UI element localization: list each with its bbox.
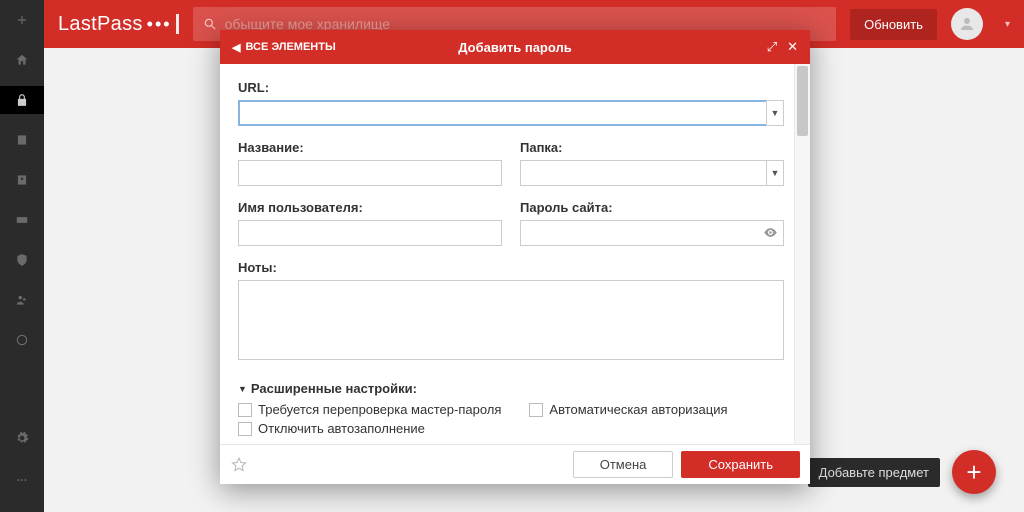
cancel-button[interactable]: Отмена	[573, 451, 674, 478]
favorite-star-icon[interactable]	[230, 456, 248, 474]
url-label: URL:	[238, 80, 784, 95]
autologin-checkbox[interactable]	[529, 403, 543, 417]
notes-input[interactable]	[238, 280, 784, 360]
add-item-fab[interactable]: +	[952, 450, 996, 494]
username-label: Имя пользователя:	[238, 200, 502, 215]
nav-notes-icon[interactable]	[0, 126, 44, 154]
password-label: Пароль сайта:	[520, 200, 784, 215]
nav-home-icon[interactable]	[0, 46, 44, 74]
modal-back-button[interactable]: ◀ ВСЕ ЭЛЕМЕНТЫ	[232, 41, 336, 54]
add-password-modal: ◀ ВСЕ ЭЛЕМЕНТЫ Добавить пароль ⤢ ✕ URL: …	[220, 30, 810, 484]
avatar-icon	[951, 8, 983, 40]
nav-more-icon[interactable]	[0, 466, 44, 494]
name-label: Название:	[238, 140, 502, 155]
modal-back-label: ВСЕ ЭЛЕМЕНТЫ	[245, 41, 335, 53]
nav-passwords-icon[interactable]	[0, 86, 44, 114]
require-reprompt-label: Требуется перепроверка мастер-пароля	[258, 402, 501, 417]
autologin-label: Автоматическая авторизация	[549, 402, 727, 417]
chevron-left-icon: ◀	[232, 41, 240, 54]
save-button[interactable]: Сохранить	[681, 451, 800, 478]
eye-icon[interactable]	[763, 225, 778, 245]
chevron-down-icon: ▾	[1005, 19, 1010, 30]
user-menu[interactable]: ▾	[951, 8, 1010, 40]
folder-dropdown-button[interactable]: ▼	[766, 160, 784, 186]
nav-add-icon[interactable]	[0, 6, 44, 34]
scrollbar-thumb[interactable]	[797, 66, 808, 136]
modal-footer: Отмена Сохранить	[220, 444, 810, 484]
brand-logo: LastPass •••	[58, 13, 179, 36]
expand-icon[interactable]: ⤢	[767, 39, 777, 55]
nav-settings-icon[interactable]	[0, 424, 44, 452]
brand-bar-icon	[176, 14, 179, 34]
nav-payment-icon[interactable]	[0, 206, 44, 234]
notes-label: Ноты:	[238, 260, 784, 275]
close-icon[interactable]: ✕	[787, 39, 798, 55]
nav-sharing-icon[interactable]	[0, 286, 44, 314]
modal-header: ◀ ВСЕ ЭЛЕМЕНТЫ Добавить пароль ⤢ ✕	[220, 30, 810, 64]
folder-input[interactable]	[520, 160, 784, 186]
brand-name: LastPass	[58, 13, 143, 36]
advanced-label: Расширенные настройки:	[251, 381, 417, 396]
nav-emergency-icon[interactable]	[0, 326, 44, 354]
search-icon	[203, 17, 217, 31]
require-reprompt-checkbox[interactable]	[238, 403, 252, 417]
brand-dots-icon: •••	[147, 14, 172, 35]
password-input[interactable]	[520, 220, 784, 246]
fab-tooltip: Добавьте предмет	[808, 458, 940, 487]
url-dropdown-button[interactable]: ▼	[766, 100, 784, 126]
nav-security-icon[interactable]	[0, 246, 44, 274]
folder-label: Папка:	[520, 140, 784, 155]
advanced-toggle[interactable]: ▼ Расширенные настройки:	[238, 381, 784, 396]
upgrade-button[interactable]: Обновить	[850, 9, 937, 40]
disable-autofill-checkbox[interactable]	[238, 422, 252, 436]
username-input[interactable]	[238, 220, 502, 246]
name-input[interactable]	[238, 160, 502, 186]
triangle-down-icon: ▼	[238, 384, 247, 394]
modal-body: URL: ▼ Название: Папка: ▼	[220, 64, 810, 444]
nav-addresses-icon[interactable]	[0, 166, 44, 194]
url-input[interactable]	[238, 100, 784, 126]
disable-autofill-label: Отключить автозаполнение	[258, 421, 425, 436]
scrollbar-track[interactable]	[794, 64, 810, 444]
left-nav	[0, 0, 44, 512]
